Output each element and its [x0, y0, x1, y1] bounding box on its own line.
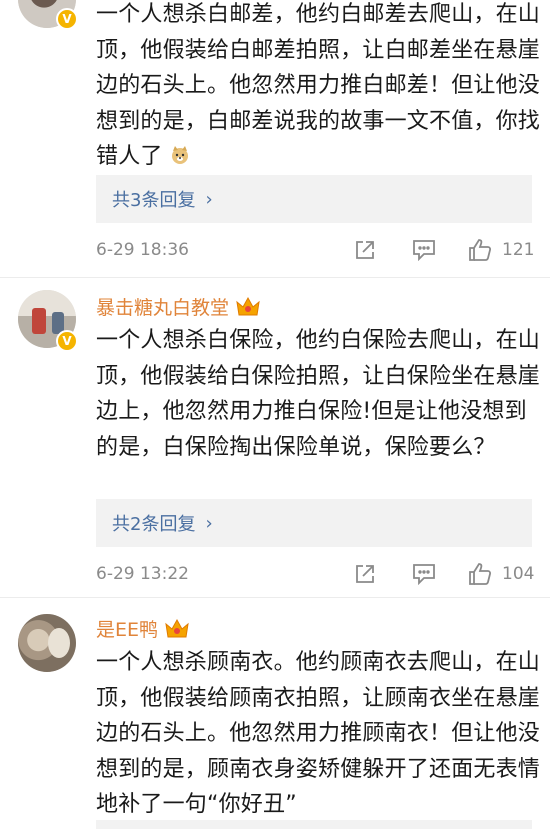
username[interactable]: 暴击糖丸白教堂	[96, 293, 261, 320]
share-icon	[356, 241, 374, 259]
comment-text: 一个人想杀白邮差，他约白邮差去爬山，在山顶，他假装给白邮差拍照，让白邮差坐在悬崖…	[96, 2, 541, 169]
comment-item: V 暴击糖丸白教堂 一个人想杀白保险，他约白保险去爬山，在山顶，他假装给白保险拍…	[0, 278, 550, 596]
share-button[interactable]	[354, 239, 376, 261]
comment-item: 是EE鸭 一个人想杀顾南衣。他约顾南衣去爬山，在山顶，他假装给顾南衣拍照，让顾南…	[0, 598, 550, 829]
comment-item: V 一个人想杀白邮差，他约白邮差去爬山，在山顶，他假装给白邮差拍照，让白邮差坐在…	[0, 0, 550, 275]
comment-text: 一个人想杀白保险，他约白保险去爬山，在山顶，他假装给白保险拍照，让白保险坐在悬崖…	[96, 328, 541, 460]
avatar[interactable]	[18, 614, 76, 672]
comment-meta: 6-29 18:36 121	[96, 235, 536, 265]
share-button[interactable]	[354, 563, 376, 585]
chevron-right-icon: ›	[205, 188, 213, 210]
comment-button[interactable]	[412, 239, 436, 261]
like-count: 104	[502, 564, 535, 584]
verified-badge-icon: V	[56, 8, 78, 30]
like-icon	[469, 239, 492, 261]
comment-meta: 6-29 13:22 104	[96, 559, 536, 589]
like-count: 121	[502, 240, 535, 260]
comment-icon	[413, 564, 435, 585]
replies-label: 共3条回复	[112, 190, 196, 211]
share-icon	[356, 565, 374, 583]
comment-icon	[413, 240, 435, 261]
vip-crown-icon	[164, 618, 190, 640]
vip-crown-icon	[235, 296, 261, 318]
like-button[interactable]: 104	[468, 562, 534, 586]
view-replies-button[interactable]	[96, 820, 532, 829]
chevron-right-icon: ›	[205, 512, 213, 534]
comment-text: 一个人想杀顾南衣。他约顾南衣去爬山，在山顶，他假装给顾南衣拍照，让顾南衣坐在悬崖…	[96, 650, 541, 817]
timestamp: 6-29 13:22	[96, 564, 189, 584]
doge-emoji-icon	[171, 146, 188, 164]
like-icon	[469, 563, 492, 585]
replies-label: 共2条回复	[112, 514, 196, 535]
username[interactable]: 是EE鸭	[96, 615, 190, 642]
view-replies-button[interactable]: 共3条回复 ›	[96, 175, 532, 223]
like-button[interactable]: 121	[468, 238, 534, 262]
comment-button[interactable]	[412, 563, 436, 585]
timestamp: 6-29 18:36	[96, 240, 189, 260]
verified-badge-icon: V	[56, 330, 78, 352]
view-replies-button[interactable]: 共2条回复 ›	[96, 499, 532, 547]
